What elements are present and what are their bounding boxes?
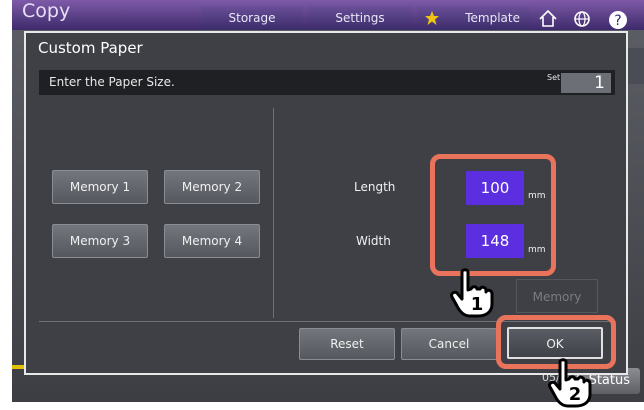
storage-tab[interactable]: Storage [202, 6, 302, 30]
prompt-text: Enter the Paper Size. [49, 75, 175, 89]
cancel-button[interactable]: Cancel [401, 328, 497, 360]
dialog-title: Custom Paper [38, 39, 143, 57]
step-2-number: 2 [569, 384, 582, 405]
star-icon [425, 11, 439, 25]
memory-4-button[interactable]: Memory 4 [164, 224, 260, 258]
hand-pointer-step-1-icon: 1 [450, 268, 494, 318]
settings-tab[interactable]: Settings [308, 6, 412, 30]
home-icon[interactable] [536, 6, 560, 30]
reset-button[interactable]: Reset [299, 328, 395, 360]
app-title: Copy [22, 0, 71, 22]
globe-icon[interactable] [570, 6, 594, 30]
set-label: Set [547, 73, 561, 82]
memory-2-button[interactable]: Memory 2 [164, 170, 260, 204]
help-icon[interactable]: ? [606, 6, 630, 30]
hand-pointer-step-2-icon: 2 [548, 358, 592, 408]
set-count[interactable]: 1 [561, 73, 611, 93]
length-label: Length [354, 180, 396, 194]
top-bar: Copy Storage Settings Template ? [12, 0, 644, 30]
svg-text:?: ? [614, 13, 621, 29]
memory-save-button[interactable]: Memory [516, 279, 598, 313]
memory-3-button[interactable]: Memory 3 [52, 224, 148, 258]
vertical-divider [273, 108, 274, 318]
size-fields-highlight [430, 154, 556, 276]
template-label: Template [465, 11, 520, 25]
step-1-number: 1 [471, 294, 484, 315]
width-label: Width [356, 234, 391, 248]
template-tab[interactable]: Template [418, 6, 530, 30]
memory-1-button[interactable]: Memory 1 [52, 170, 148, 204]
prompt-bar: Enter the Paper Size. Set 1 [39, 70, 615, 95]
